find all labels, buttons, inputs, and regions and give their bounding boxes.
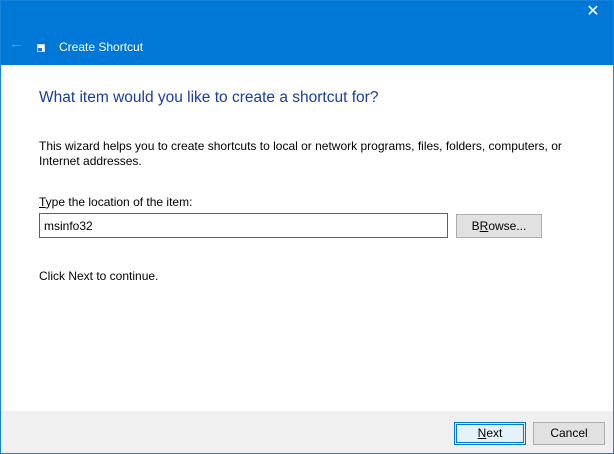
location-label: Type the location of the item: [39,195,192,209]
create-shortcut-window: ✕ ← Create Shortcut What item would you … [0,0,614,454]
cancel-button[interactable]: Cancel [533,422,605,445]
browse-button[interactable]: BRowse... [456,214,542,238]
page-heading: What item would you like to create a sho… [39,89,379,106]
browse-label-pre: B [471,219,480,233]
location-input[interactable] [39,213,448,238]
wizard-description: This wizard helps you to create shortcut… [39,139,562,168]
back-arrow-icon[interactable]: ← [9,36,24,51]
location-label-mnemonic: T [39,195,46,209]
next-label-post: ext [486,426,503,440]
close-icon[interactable]: ✕ [585,4,601,20]
title-bar: ✕ ← Create Shortcut [1,1,613,65]
location-label-text: ype the location of the item: [45,195,193,209]
continue-instruction: Click Next to continue. [39,269,159,283]
next-button[interactable]: Next [454,422,526,445]
window-title: Create Shortcut [59,40,144,54]
browse-label-post: owse... [488,219,527,233]
shortcut-icon [37,44,45,52]
